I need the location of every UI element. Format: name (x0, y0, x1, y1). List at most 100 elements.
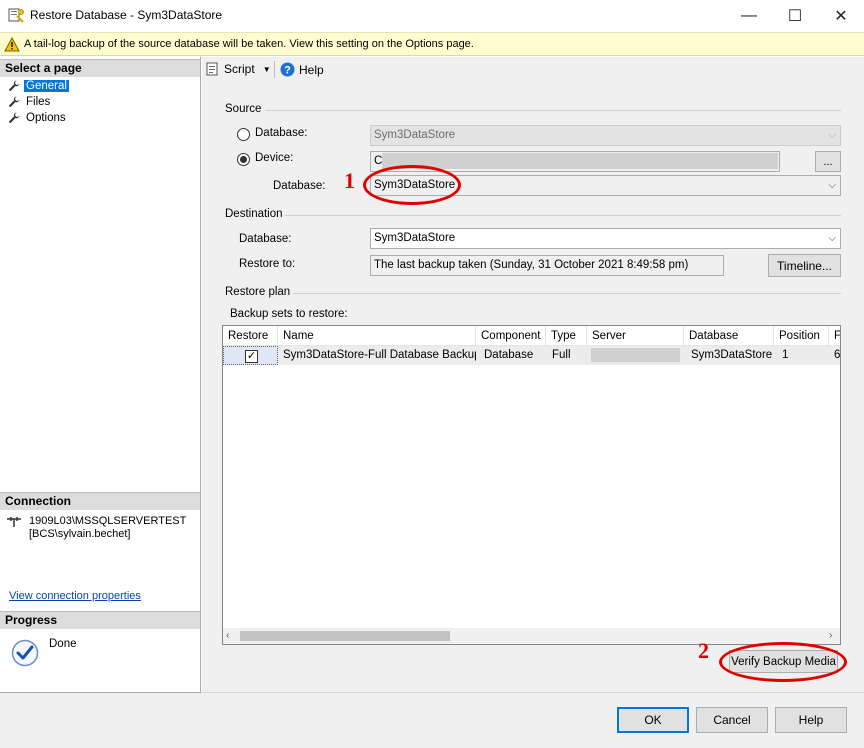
select-page-header: Select a page (0, 59, 200, 77)
destination-group-line (285, 215, 841, 216)
redacted-server (591, 348, 680, 362)
device-radio-label: Device: (255, 152, 294, 164)
backup-sets-grid[interactable]: Restore Name Component Type Server Datab… (222, 325, 841, 645)
destination-database-value: Sym3DataStore (374, 232, 456, 244)
restore-plan-group-label: Restore plan (225, 286, 291, 298)
left-pane-divider (0, 692, 201, 693)
checkmark-icon: ✓ (246, 350, 257, 362)
page-options[interactable]: Options (8, 110, 68, 125)
chevron-down-icon: ⌵ (828, 180, 836, 191)
browse-label: ... (823, 155, 833, 168)
progress-header: Progress (0, 611, 200, 629)
timeline-label: Timeline... (777, 258, 832, 273)
chevron-down-icon: ⌵ (828, 233, 836, 244)
source-database-value: Sym3DataStore (374, 129, 456, 141)
help-toolbar-button[interactable]: ? Help (280, 62, 324, 77)
restore-to-value: The last backup taken (Sunday, 31 Octobe… (374, 259, 689, 271)
window-title: Restore Database - Sym3DataStore (30, 8, 223, 22)
row-restore-cell[interactable]: ✓ (223, 346, 278, 365)
help-label: Help (798, 713, 824, 727)
restore-checkbox[interactable]: ✓ (245, 350, 258, 363)
close-icon: ✕ (834, 8, 848, 25)
row-type-cell: Full (546, 346, 587, 365)
source-database-combo: Sym3DataStore ⌵ (370, 125, 841, 146)
database-radio-label: Database: (255, 127, 308, 139)
connection-server: 1909L03\MSSQLSERVERTEST (29, 515, 187, 527)
wrench-icon (8, 112, 20, 123)
restore-plan-group-line (293, 293, 841, 294)
progress-status: Done (49, 638, 77, 650)
wrench-icon (8, 96, 20, 107)
close-button[interactable]: ✕ (818, 0, 864, 32)
destination-database-label: Database: (239, 233, 292, 245)
column-header-component[interactable]: Component (476, 326, 546, 346)
view-connection-properties-link[interactable]: View connection properties (9, 590, 141, 602)
wrench-icon (8, 80, 20, 91)
timeline-button[interactable]: Timeline... (768, 254, 841, 277)
script-button[interactable]: Script ▼ (206, 62, 271, 76)
page-general-label: General (24, 79, 69, 92)
toolbar-separator (274, 61, 275, 78)
device-database-label: Database: (273, 180, 326, 192)
column-header-server[interactable]: Server (587, 326, 684, 346)
restore-database-icon (8, 8, 24, 23)
page-options-label: Options (26, 111, 66, 124)
help-toolbar-label: Help (299, 62, 324, 77)
source-group-line (265, 110, 841, 111)
column-header-database[interactable]: Database (684, 326, 774, 346)
annotation-ellipse-2 (719, 642, 847, 682)
maximize-icon: ☐ (787, 8, 803, 25)
column-header-type[interactable]: Type (546, 326, 587, 346)
column-header-position[interactable]: Position (774, 326, 829, 346)
help-icon: ? (280, 62, 295, 77)
source-group-label: Source (225, 103, 262, 115)
scroll-left-icon[interactable]: ‹ (226, 630, 229, 641)
annotation-ellipse-1 (363, 165, 461, 205)
database-radio[interactable] (237, 128, 250, 141)
redacted-path (382, 153, 778, 169)
cancel-label: Cancel (713, 713, 751, 727)
title-bar: Restore Database - Sym3DataStore — ☐ ✕ (0, 0, 864, 32)
device-radio[interactable] (237, 153, 250, 166)
script-label: Script (224, 62, 255, 76)
annotation-number-2: 2 (698, 638, 709, 663)
svg-text:?: ? (284, 65, 291, 77)
row-server-cell (587, 346, 684, 365)
page-files-label: Files (26, 95, 51, 108)
destination-database-combo[interactable]: Sym3DataStore ⌵ (370, 228, 841, 249)
restore-to-field: The last backup taken (Sunday, 31 Octobe… (370, 255, 724, 276)
row-database-cell: Sym3DataStore (684, 346, 774, 365)
minimize-button[interactable]: — (726, 0, 772, 32)
row-fi-cell: 6( (829, 346, 840, 365)
page-files[interactable]: Files (8, 94, 52, 109)
column-header-restore[interactable]: Restore (223, 326, 278, 346)
column-header-fi[interactable]: Fi (829, 326, 840, 346)
destination-group-label: Destination (225, 208, 283, 220)
row-name-cell: Sym3DataStore-Full Database Backup (278, 346, 476, 365)
server-connection-icon (7, 517, 21, 527)
annotation-number-1: 1 (344, 168, 355, 193)
scroll-right-icon[interactable]: › (829, 630, 832, 641)
chevron-down-icon: ▼ (262, 64, 271, 74)
progress-done-icon (11, 639, 39, 667)
warning-text: A tail-log backup of the source database… (24, 38, 474, 50)
ok-button[interactable]: OK (617, 707, 689, 733)
restore-to-label: Restore to: (239, 258, 296, 270)
warning-icon (4, 37, 20, 52)
row-component-cell: Database (476, 346, 546, 365)
page-general[interactable]: General (8, 78, 69, 93)
help-button[interactable]: Help (775, 707, 847, 733)
connection-header: Connection (0, 492, 200, 510)
grid-horizontal-scrollbar[interactable]: ‹ › (223, 628, 840, 644)
connection-user: [BCS\sylvain.bechet] (29, 528, 131, 540)
backup-sets-label: Backup sets to restore: (230, 308, 348, 320)
maximize-button[interactable]: ☐ (772, 0, 818, 32)
column-header-name[interactable]: Name (278, 326, 476, 346)
browse-device-button[interactable]: ... (815, 151, 841, 172)
chevron-down-icon: ⌵ (828, 130, 836, 141)
script-icon (206, 62, 218, 76)
scrollbar-thumb[interactable] (240, 631, 450, 641)
ok-label: OK (644, 713, 662, 727)
cancel-button[interactable]: Cancel (696, 707, 768, 733)
row-position-cell: 1 (774, 346, 829, 365)
